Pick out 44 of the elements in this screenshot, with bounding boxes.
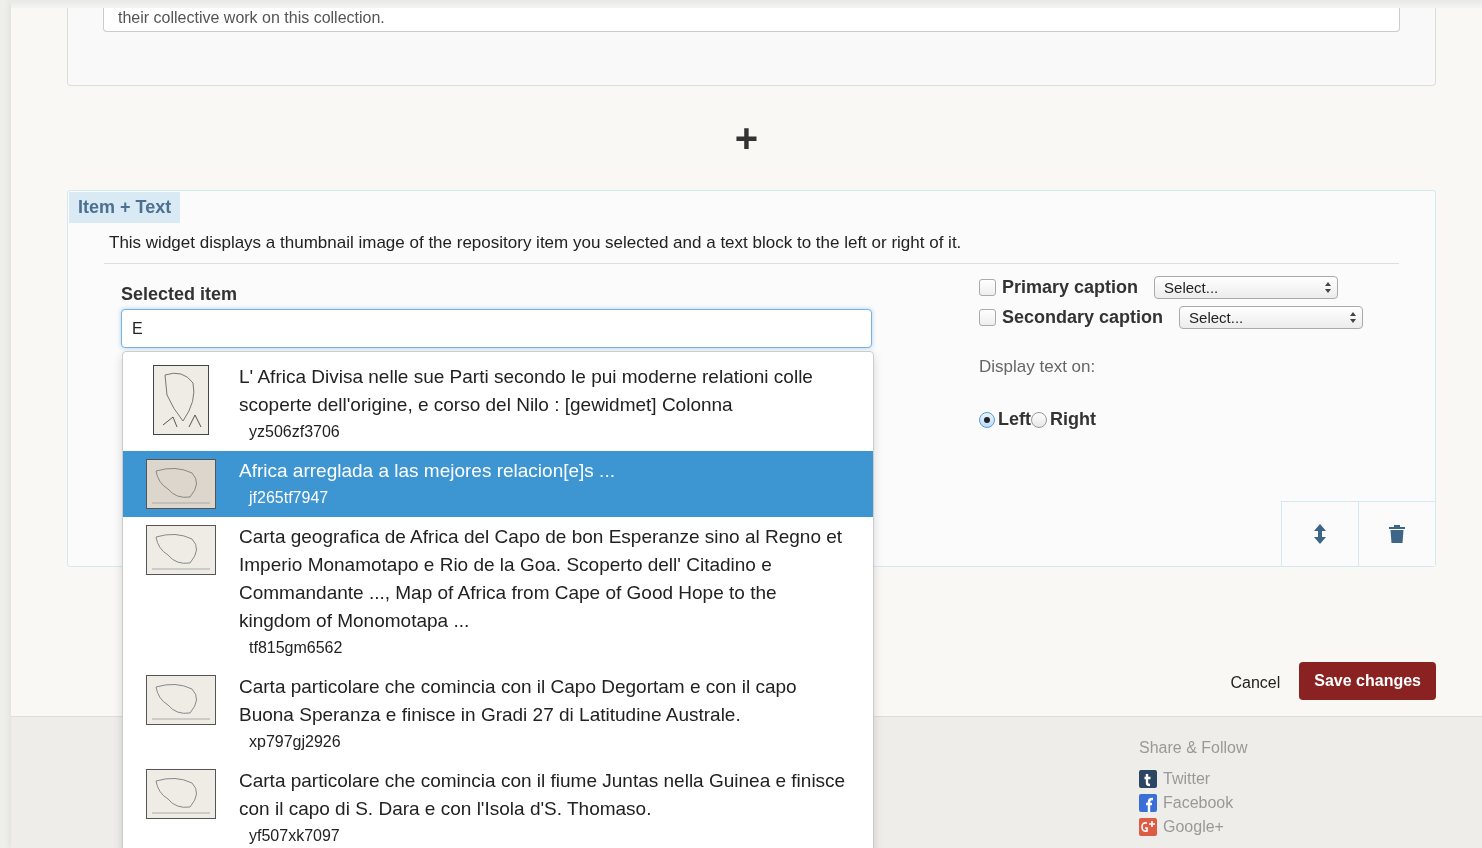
suggestion-item[interactable]: Carta particolare che comincia con il Capo Degortam e con il capo Buona Speranza e finisce in Gradi 27 di Latitudine Australe. xp797gj2926 [123, 667, 873, 761]
map-thumbnail [146, 675, 216, 725]
map-thumbnail [146, 459, 216, 509]
map-thumbnail [153, 365, 209, 435]
display-label: Display text on: [979, 357, 1097, 377]
field-label: Selected item [121, 284, 239, 305]
map-thumbnail [146, 525, 216, 575]
cancel-link[interactable]: Cancel [1230, 666, 1281, 700]
suggestion-id: xp797gj2926 [249, 732, 342, 752]
widget-description: This widget displays a thumbnail image of the repository item you selected and a text block to the left or right of it. [104, 233, 1399, 264]
suggestion-id: yf507xk7097 [249, 826, 341, 846]
position-radio[interactable]: Left [979, 409, 1031, 430]
map-thumbnail [146, 769, 216, 819]
caption-checkbox[interactable] [979, 278, 996, 296]
caption-label: Primary caption [1002, 276, 1139, 298]
position-radio[interactable]: Right [1031, 409, 1096, 430]
facebook-icon [1139, 794, 1157, 812]
move-button[interactable] [1281, 501, 1358, 566]
delete-button[interactable] [1358, 501, 1435, 566]
vertical-arrows-icon [1314, 524, 1326, 544]
footer-heading: Share & Follow [1139, 739, 1249, 757]
suggestion-title: Carta particolare che comincia con il Capo Degortam e con il capo Buona Speranza e finisce in Gradi 27 di Latitudine Australe. [239, 675, 798, 727]
suggestion-id: tf815gm6562 [249, 638, 344, 658]
caption-select[interactable]: Select... [1154, 275, 1339, 299]
suggestion-item[interactable]: L' Africa Divisa nelle sue Parti secondo le pui moderne relationi colle scoperte dell'origine, e corso del Nilo : [gewidmet] Colonna yz506zf3706 [123, 357, 873, 451]
suggestion-title: Carta geografica de Africa del Capo de bon Esperanze sino al Regno et Imperio Monamotapo e Rio de la Goa. Scoperto dell' Citadino e Commandante ..., Map of Africa from Cape of Good Hope to the kingdom of Monomotapa ... [239, 525, 844, 633]
add-widget-button[interactable]: + [730, 118, 763, 158]
caption-checkbox[interactable] [979, 308, 996, 326]
tumblr-icon [1139, 770, 1157, 788]
suggestion-id: jf265tf7947 [249, 488, 330, 508]
suggestion-title: L' Africa Divisa nelle sue Parti secondo le pui moderne relationi colle scoperte dell'origine, e corso del Nilo : [gewidmet] Colonna [239, 365, 814, 417]
caption-label: Secondary caption [1002, 306, 1164, 328]
suggestion-id: yz506zf3706 [249, 422, 341, 442]
select-arrows-icon [1350, 311, 1357, 323]
save-button[interactable]: Save changes [1299, 662, 1436, 700]
google-plus-icon [1139, 818, 1157, 836]
select-arrows-icon [1325, 281, 1332, 293]
trash-icon [1389, 525, 1405, 543]
suggestion-title: Africa arreglada a las mejores relacion[e]s ... [239, 459, 616, 483]
widget-title: Item + Text [69, 192, 181, 223]
caption-select[interactable]: Select... [1179, 305, 1364, 329]
suggestion-item[interactable]: Carta particolare che comincia con il fiume Juntas nella Guinea e finisce con il capo di S. Dara e con l'Isola d'S. Thomaso. yf507xk7097 [123, 761, 873, 848]
selected-item-field[interactable]: E [121, 309, 872, 348]
suggestion-title: Carta particolare che comincia con il fiume Juntas nella Guinea e finisce con il capo di S. Dara e con l'Isola d'S. Thomaso. [239, 769, 847, 821]
